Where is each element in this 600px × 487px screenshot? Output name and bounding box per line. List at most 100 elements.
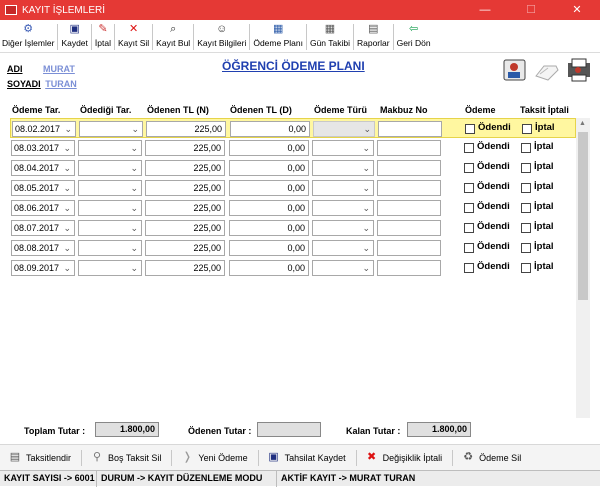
receipt-no-field[interactable]: [378, 121, 442, 137]
amount-n-field[interactable]: 225,00: [145, 180, 225, 196]
toolbar-button-9[interactable]: ⇦ Geri Dön: [397, 20, 431, 52]
chevron-down-icon[interactable]: ⌄: [362, 261, 370, 275]
amount-n-field[interactable]: 225,00: [145, 160, 225, 176]
chevron-down-icon[interactable]: ⌄: [362, 241, 370, 255]
scroll-thumb[interactable]: [578, 132, 588, 300]
toolbar-button-1[interactable]: ▣ Kaydet: [61, 20, 87, 52]
chevron-down-icon[interactable]: ⌄: [363, 122, 371, 136]
col-odedigi-tar[interactable]: Ödediği Tar.: [80, 105, 131, 115]
cancel-installment-label[interactable]: İptal: [534, 201, 554, 212]
amount-d-field[interactable]: 0,00: [229, 260, 309, 276]
cancel-installment-checkbox[interactable]: [521, 183, 531, 193]
chevron-down-icon[interactable]: ⌄: [130, 261, 138, 275]
amount-d-field[interactable]: 0,00: [230, 121, 310, 137]
payment-type-dropdown[interactable]: ⌄: [312, 180, 374, 196]
receipt-no-field[interactable]: [377, 260, 441, 276]
col-odeme-tar[interactable]: Ödeme Tar.: [12, 105, 60, 115]
amount-n-field[interactable]: 225,00: [145, 200, 225, 216]
receipt-no-field[interactable]: [377, 240, 441, 256]
paid-checkbox[interactable]: [464, 223, 474, 233]
paid-date-dropdown[interactable]: ⌄: [78, 140, 142, 156]
paid-checkbox[interactable]: [464, 143, 474, 153]
col-odenen-tl-d[interactable]: Ödenen TL (D): [230, 105, 292, 115]
grid-scrollbar[interactable]: ▲: [576, 118, 590, 418]
table-row[interactable]: 08.06.2017 ⌄ ⌄ 225,00 0,00 ⌄ Ödendi İptal: [10, 198, 576, 218]
toolbar-button-3[interactable]: ✕ Kayıt Sil: [118, 20, 149, 52]
receipt-no-field[interactable]: [377, 180, 441, 196]
table-row[interactable]: 08.03.2017 ⌄ ⌄ 225,00 0,00 ⌄ Ödendi İptal: [10, 138, 576, 158]
chevron-down-icon[interactable]: ⌄: [63, 161, 71, 175]
cancel-installment-label[interactable]: İptal: [534, 181, 554, 192]
amount-n-field[interactable]: 225,00: [146, 121, 226, 137]
chevron-down-icon[interactable]: ⌄: [130, 161, 138, 175]
col-taksit-iptali[interactable]: Taksit İptali: [520, 105, 569, 115]
cancel-installment-label[interactable]: İptal: [534, 221, 554, 232]
receipt-no-field[interactable]: [377, 140, 441, 156]
due-date-picker[interactable]: 08.09.2017 ⌄: [11, 260, 75, 276]
chevron-down-icon[interactable]: ⌄: [130, 141, 138, 155]
paid-checkbox[interactable]: [464, 263, 474, 273]
cancel-installment-label[interactable]: İptal: [534, 161, 554, 172]
col-odeme[interactable]: Ödeme: [465, 105, 496, 115]
paid-date-dropdown[interactable]: ⌄: [78, 240, 142, 256]
paid-checkbox-label[interactable]: Ödendi: [477, 201, 510, 212]
amount-n-field[interactable]: 225,00: [145, 140, 225, 156]
amount-d-field[interactable]: 0,00: [229, 160, 309, 176]
due-date-picker[interactable]: 08.04.2017 ⌄: [11, 160, 75, 176]
cancel-installment-checkbox[interactable]: [521, 143, 531, 153]
col-makbuz-no[interactable]: Makbuz No: [380, 105, 428, 115]
paid-date-dropdown[interactable]: ⌄: [78, 200, 142, 216]
action-button-0[interactable]: ▤ Taksitlendir: [8, 451, 71, 464]
toolbar-button-4[interactable]: ⌕ Kayıt Bul: [156, 20, 190, 52]
chevron-down-icon[interactable]: ⌄: [63, 141, 71, 155]
chevron-down-icon[interactable]: ⌄: [131, 122, 139, 136]
col-odenen-tl-n[interactable]: Ödenen TL (N): [147, 105, 209, 115]
table-row[interactable]: 08.07.2017 ⌄ ⌄ 225,00 0,00 ⌄ Ödendi İptal: [10, 218, 576, 238]
receipt-no-field[interactable]: [377, 200, 441, 216]
chevron-down-icon[interactable]: ⌄: [362, 181, 370, 195]
minimize-button[interactable]: —: [462, 0, 508, 20]
chevron-down-icon[interactable]: ⌄: [362, 201, 370, 215]
cancel-installment-checkbox[interactable]: [521, 203, 531, 213]
payment-type-dropdown[interactable]: ⌄: [312, 260, 374, 276]
chevron-down-icon[interactable]: ⌄: [130, 181, 138, 195]
chevron-down-icon[interactable]: ⌄: [130, 201, 138, 215]
cancel-installment-label[interactable]: İptal: [534, 241, 554, 252]
chevron-down-icon[interactable]: ⌄: [63, 221, 71, 235]
paid-checkbox-label[interactable]: Ödendi: [477, 161, 510, 172]
paid-date-dropdown[interactable]: ⌄: [78, 220, 142, 236]
amount-d-field[interactable]: 0,00: [229, 140, 309, 156]
paid-checkbox[interactable]: [464, 183, 474, 193]
action-button-2[interactable]: ❭ Yeni Ödeme: [180, 451, 248, 464]
chevron-down-icon[interactable]: ⌄: [130, 241, 138, 255]
paid-checkbox-label[interactable]: Ödendi: [477, 241, 510, 252]
toolbar-button-5[interactable]: ☺ Kayıt Bilgileri: [197, 20, 246, 52]
paid-checkbox-label[interactable]: Ödendi: [477, 221, 510, 232]
chevron-down-icon[interactable]: ⌄: [362, 221, 370, 235]
due-date-picker[interactable]: 08.06.2017 ⌄: [11, 200, 75, 216]
due-date-picker[interactable]: 08.07.2017 ⌄: [11, 220, 75, 236]
payment-type-dropdown[interactable]: ⌄: [312, 240, 374, 256]
cancel-installment-label[interactable]: İptal: [535, 122, 555, 133]
amount-d-field[interactable]: 0,00: [229, 200, 309, 216]
paid-date-dropdown[interactable]: ⌄: [78, 260, 142, 276]
action-button-5[interactable]: ♻ Ödeme Sil: [461, 451, 521, 464]
table-row[interactable]: 08.08.2017 ⌄ ⌄ 225,00 0,00 ⌄ Ödendi İptal: [10, 238, 576, 258]
cancel-installment-checkbox[interactable]: [522, 124, 532, 134]
payment-type-dropdown[interactable]: ⌄: [312, 200, 374, 216]
chevron-down-icon[interactable]: ⌄: [130, 221, 138, 235]
toolbar-button-6[interactable]: ▦ Ödeme Planı: [253, 20, 303, 52]
due-date-picker[interactable]: 08.02.2017 ⌄: [12, 121, 76, 137]
action-button-4[interactable]: ✖ Değişiklik İptali: [365, 451, 442, 464]
table-row[interactable]: 08.05.2017 ⌄ ⌄ 225,00 0,00 ⌄ Ödendi İptal: [10, 178, 576, 198]
due-date-picker[interactable]: 08.05.2017 ⌄: [11, 180, 75, 196]
chevron-down-icon[interactable]: ⌄: [63, 261, 71, 275]
chevron-down-icon[interactable]: ⌄: [362, 161, 370, 175]
paid-checkbox-label[interactable]: Ödendi: [477, 181, 510, 192]
receipt-no-field[interactable]: [377, 220, 441, 236]
paid-date-dropdown[interactable]: ⌄: [79, 121, 143, 137]
paid-checkbox-label[interactable]: Ödendi: [477, 261, 510, 272]
cancel-installment-checkbox[interactable]: [521, 243, 531, 253]
payment-type-dropdown[interactable]: ⌄: [313, 121, 375, 137]
chevron-down-icon[interactable]: ⌄: [64, 122, 72, 136]
